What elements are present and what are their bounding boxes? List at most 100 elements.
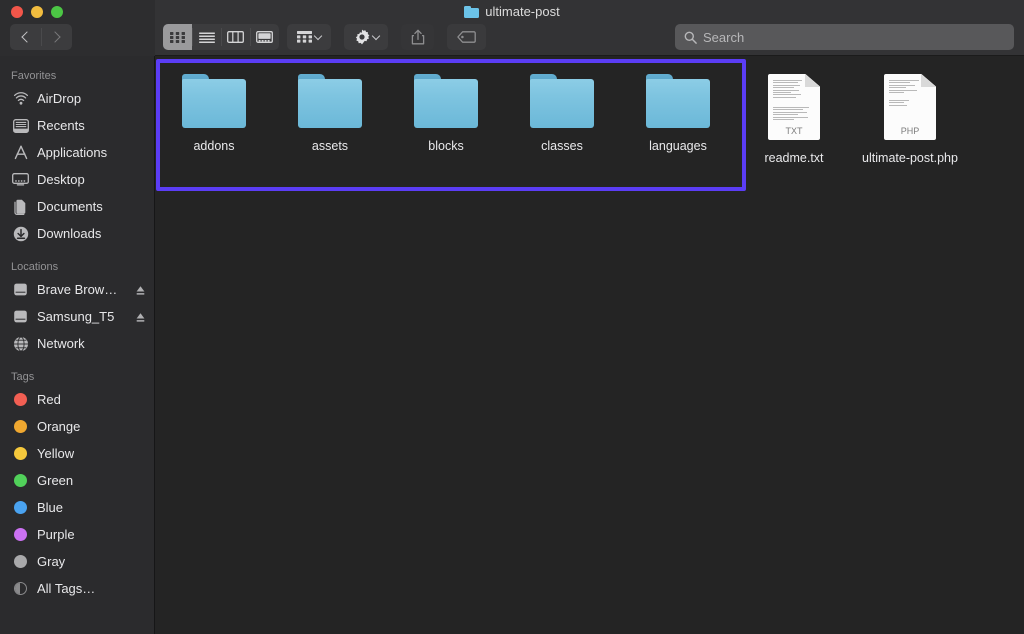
folder-icon bbox=[297, 74, 363, 128]
file-grid: addons assets blocks classes languages T… bbox=[156, 62, 968, 165]
file-item-label: assets bbox=[311, 139, 349, 153]
sidebar-item-label: All Tags… bbox=[37, 581, 96, 596]
minimize-button[interactable] bbox=[31, 6, 43, 18]
columns-icon bbox=[227, 31, 244, 43]
file-item-languages[interactable]: languages bbox=[620, 62, 736, 165]
applications-icon bbox=[12, 144, 29, 161]
sidebar-item-label: Gray bbox=[37, 554, 66, 569]
file-grid-area[interactable]: addons assets blocks classes languages T… bbox=[156, 56, 1024, 634]
sidebar-item-desktop[interactable]: Desktop bbox=[0, 166, 154, 193]
tag-dot-purple-icon bbox=[12, 526, 29, 543]
sidebar-item-label: Yellow bbox=[37, 446, 75, 461]
folder-icon bbox=[529, 74, 595, 128]
view-mode-gallery-button[interactable] bbox=[250, 24, 279, 50]
tag-icon bbox=[457, 31, 476, 43]
sidebar-item-label: Red bbox=[37, 392, 61, 407]
sidebar-item-airdrop[interactable]: AirDrop bbox=[0, 85, 154, 112]
file-item-ultimate-post-php[interactable]: PHP ultimate-post.php bbox=[852, 62, 968, 165]
sidebar-item-label: Network bbox=[37, 336, 85, 351]
file-item-assets[interactable]: assets bbox=[272, 62, 388, 165]
sidebar-item-label: AirDrop bbox=[37, 91, 82, 106]
drive-icon bbox=[12, 308, 29, 325]
gear-icon bbox=[355, 29, 369, 45]
gallery-icon bbox=[256, 31, 273, 43]
window-title: ultimate-post bbox=[0, 4, 1024, 19]
file-item-label: readme.txt bbox=[764, 151, 824, 165]
file-item-label: blocks bbox=[428, 139, 464, 153]
chevron-down-icon bbox=[371, 31, 380, 40]
tag-dot-red-icon bbox=[12, 391, 29, 408]
chevron-left-icon bbox=[21, 31, 33, 43]
sidebar-item-samsung-t5[interactable]: Samsung_T5 bbox=[0, 303, 154, 330]
sidebar-item-tag-orange[interactable]: Orange bbox=[0, 413, 154, 440]
sidebar-item-label: Brave Brow… bbox=[37, 282, 118, 297]
sidebar-item-recents[interactable]: Recents bbox=[0, 112, 154, 139]
window-title-text: ultimate-post bbox=[485, 4, 560, 19]
eject-icon[interactable] bbox=[136, 311, 145, 322]
folder-icon bbox=[181, 74, 247, 128]
action-menu-button[interactable] bbox=[344, 24, 388, 50]
tags-button[interactable] bbox=[447, 24, 486, 50]
sidebar-item-tag-gray[interactable]: Gray bbox=[0, 548, 154, 575]
search-input[interactable]: Search bbox=[703, 30, 744, 45]
tag-dot-green-icon bbox=[12, 472, 29, 489]
chevron-down-icon bbox=[313, 31, 323, 40]
sidebar-item-label: Blue bbox=[37, 500, 64, 515]
file-item-readme-txt[interactable]: TXT readme.txt bbox=[736, 62, 852, 165]
back-button[interactable] bbox=[10, 24, 41, 50]
file-item-blocks[interactable]: blocks bbox=[388, 62, 504, 165]
sidebar-item-documents[interactable]: Documents bbox=[0, 193, 154, 220]
text-document-icon: TXT bbox=[768, 74, 820, 140]
sidebar-item-all-tags[interactable]: All Tags… bbox=[0, 575, 154, 602]
tag-dot-yellow-icon bbox=[12, 445, 29, 462]
all-tags-icon bbox=[12, 580, 29, 597]
sidebar-item-network[interactable]: Network bbox=[0, 330, 154, 357]
share-button[interactable] bbox=[401, 24, 434, 50]
sidebar-item-label: Green bbox=[37, 473, 74, 488]
traffic-lights bbox=[11, 6, 63, 18]
chevron-right-icon bbox=[49, 31, 61, 43]
sidebar-item-tag-blue[interactable]: Blue bbox=[0, 494, 154, 521]
search-field[interactable]: Search bbox=[675, 24, 1014, 50]
sidebar-item-tag-green[interactable]: Green bbox=[0, 467, 154, 494]
folder-icon bbox=[464, 5, 480, 18]
desktop-icon bbox=[12, 171, 29, 188]
view-mode-column-button[interactable] bbox=[221, 24, 250, 50]
sidebar-item-tag-purple[interactable]: Purple bbox=[0, 521, 154, 548]
file-item-label: classes bbox=[541, 139, 583, 153]
grid-icon bbox=[170, 31, 185, 43]
close-button[interactable] bbox=[11, 6, 23, 18]
recents-icon bbox=[12, 117, 29, 134]
sidebar-item-label: Purple bbox=[37, 527, 75, 542]
sidebar-item-tag-red[interactable]: Red bbox=[0, 386, 154, 413]
sidebar-item-label: Orange bbox=[37, 419, 81, 434]
view-mode-icon-button[interactable] bbox=[163, 24, 192, 50]
sidebar-item-label: Documents bbox=[37, 199, 103, 214]
sidebar-item-downloads[interactable]: Downloads bbox=[0, 220, 154, 247]
documents-icon bbox=[12, 198, 29, 215]
file-item-label: ultimate-post.php bbox=[862, 151, 958, 165]
tag-dot-orange-icon bbox=[12, 418, 29, 435]
forward-button[interactable] bbox=[41, 24, 72, 50]
sidebar-section-header-locations: Locations bbox=[11, 261, 59, 273]
file-kind-label: PHP bbox=[900, 126, 920, 136]
finder-window: ultimate-post Search Favorites AirDrop R… bbox=[0, 0, 1024, 634]
sidebar-item-tag-yellow[interactable]: Yellow bbox=[0, 440, 154, 467]
view-mode-list-button[interactable] bbox=[192, 24, 221, 50]
sidebar-item-applications[interactable]: Applications bbox=[0, 139, 154, 166]
file-item-addons[interactable]: addons bbox=[156, 62, 272, 165]
file-item-classes[interactable]: classes bbox=[504, 62, 620, 165]
sidebar-item-label: Downloads bbox=[37, 226, 102, 241]
zoom-button[interactable] bbox=[51, 6, 63, 18]
sidebar-item-label: Samsung_T5 bbox=[37, 309, 115, 324]
eject-icon[interactable] bbox=[136, 284, 145, 295]
group-items-button[interactable] bbox=[287, 24, 331, 50]
airdrop-icon bbox=[12, 90, 29, 107]
php-document-icon: PHP bbox=[884, 74, 936, 140]
sidebar-item-brave-browser[interactable]: Brave Brow… bbox=[0, 276, 154, 303]
list-icon bbox=[198, 32, 215, 43]
toolbar: Search bbox=[0, 24, 1024, 54]
sidebar-item-label: Applications bbox=[37, 145, 108, 160]
folder-icon bbox=[413, 74, 479, 128]
folder-icon bbox=[645, 74, 711, 128]
